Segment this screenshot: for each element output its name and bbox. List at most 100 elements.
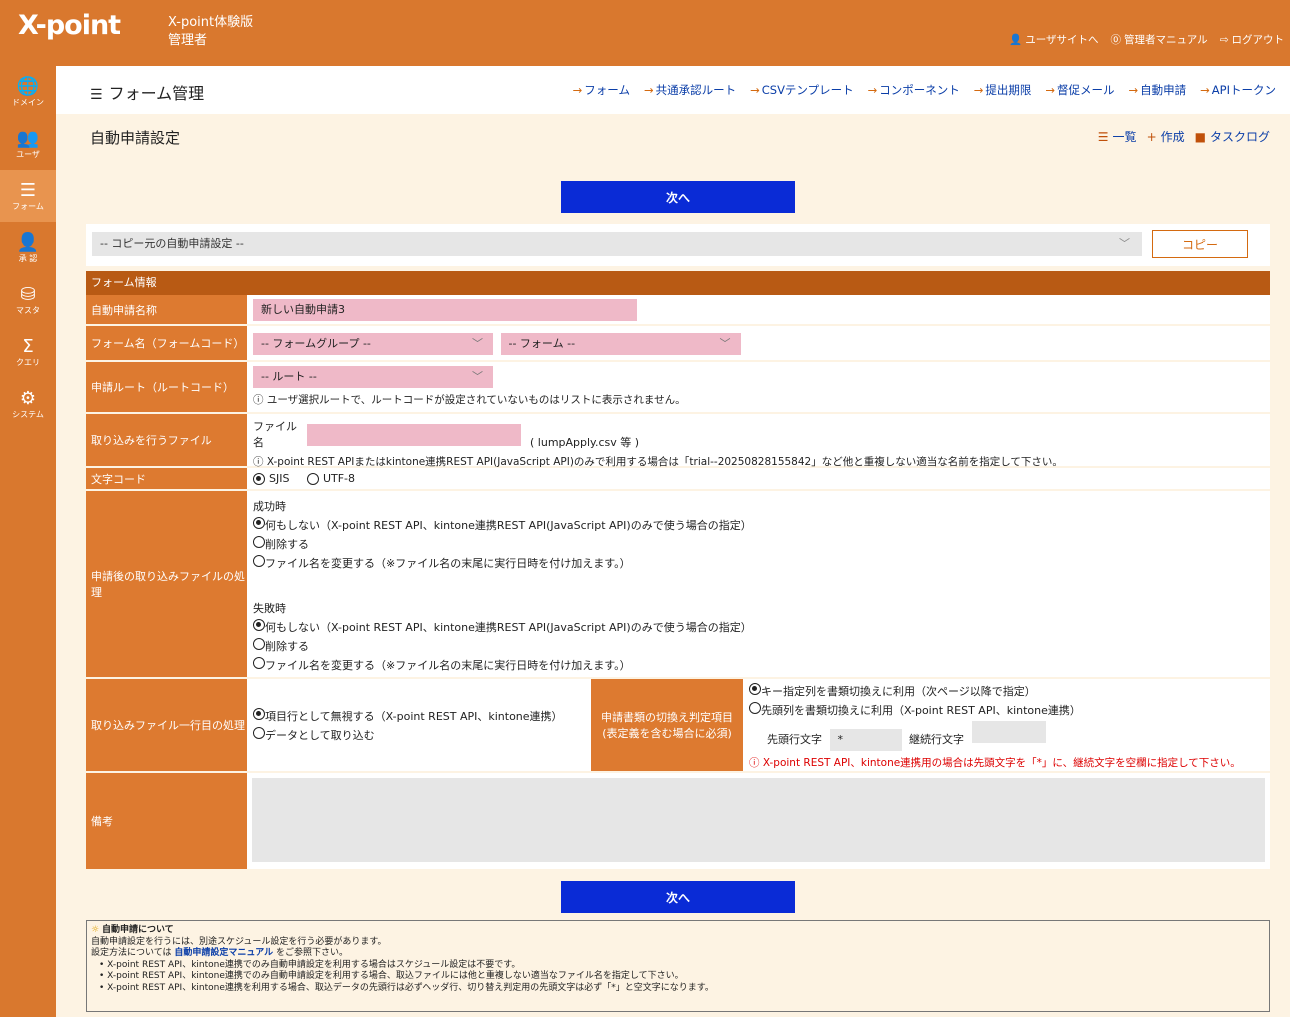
task-log-button[interactable]: ■ タスクログ [1195, 128, 1270, 145]
link-reminder-mail[interactable]: → 督促メール [1045, 82, 1114, 98]
chevron-down-icon: ﹀ [719, 337, 731, 350]
head-char-label: 先頭行文字 [767, 733, 822, 746]
nav-item-system[interactable]: ⚙ システム [0, 378, 56, 430]
fail-rename-radio[interactable]: ファイル名を変更する（※ファイル名の末尾に実行日時を付け加えます。） [253, 656, 1250, 675]
file-name-input[interactable] [306, 424, 521, 446]
link-component[interactable]: → コンポーネント [868, 82, 960, 98]
tenant-info: X-point体験版 管理者 [168, 14, 253, 50]
file-label: 取り込みを行うファイル [86, 414, 247, 466]
link-api-token[interactable]: → APIトークン [1200, 82, 1276, 98]
switch-key-radio[interactable]: キー指定列を書類切換えに利用（次ページ以降で指定） [749, 682, 1250, 701]
head-char-input[interactable]: * [829, 729, 902, 751]
nav-item-domain[interactable]: 🌐 ドメイン [0, 66, 56, 118]
nav-item-user[interactable]: 👥 ユーザ [0, 118, 56, 170]
info-bullet: • X-point REST API、kintone連携でのみ自動申請設定を利用… [99, 971, 684, 981]
arrow-icon: → [572, 83, 583, 97]
firstrow-import-radio[interactable]: データとして取り込む [253, 726, 571, 745]
firstrow-label: 取り込みファイル一行目の処理 [86, 679, 247, 771]
success-rename-radio[interactable]: ファイル名を変更する（※ファイル名の末尾に実行日時を付け加えます。） [253, 554, 1250, 573]
admin-manual-link[interactable]: ⓪ 管理者マニュアル [1111, 32, 1208, 47]
charset-sjis-radio[interactable]: SJIS [253, 470, 289, 488]
info-title: 自動申請について [101, 925, 174, 935]
next-button-top[interactable]: 次へ [561, 181, 795, 213]
section-links: → フォーム → 共通承認ルート → CSVテンプレート → コンポーネント → 提出期限… [573, 82, 1276, 98]
users-icon: 👥 [16, 127, 40, 149]
section-title: ☰ フォーム管理 [90, 84, 205, 103]
arrow-icon: → [867, 83, 878, 97]
link-common-route[interactable]: → 共通承認ルート [644, 82, 736, 98]
row-name: 自動申請名称 新しい自動申請3 [86, 295, 1270, 326]
page-actions: ☰ 一覧 + 作成 ■ タスクログ [1098, 128, 1270, 145]
form-select[interactable]: -- フォーム -- ﹀ [500, 333, 741, 355]
globe-icon: 🌐 [16, 75, 40, 97]
link-csv-template[interactable]: → CSVテンプレート [750, 82, 854, 98]
cont-char-input[interactable] [971, 721, 1046, 743]
chevron-down-icon: ﹀ [472, 370, 483, 383]
top-links: 👤 ユーザサイトへ ⓪ 管理者マニュアル ⇨ ログアウト [1009, 32, 1284, 47]
create-button[interactable]: + 作成 [1147, 128, 1185, 145]
system-icon: ⚙ [19, 387, 37, 409]
tenant-role: 管理者 [168, 33, 208, 48]
logout-link[interactable]: ⇨ ログアウト [1220, 32, 1284, 47]
info-line-1: 自動申請設定を行うには、別途スケジュール設定を行う必要があります。 [91, 936, 387, 947]
link-auto-apply[interactable]: → 自動申請 [1129, 82, 1187, 98]
user-site-link[interactable]: 👤 ユーザサイトへ [1009, 32, 1098, 47]
nav-item-query[interactable]: Σ クエリ [0, 326, 56, 378]
charset-label: 文字コード [86, 468, 247, 489]
route-label: 申請ルート（ルートコード） [86, 362, 247, 412]
nav-item-approval[interactable]: 👤 承 認 [0, 222, 56, 274]
user-icon: 👤 [1009, 34, 1023, 46]
cont-char-label: 継続行文字 [909, 733, 964, 746]
next-button-bottom[interactable]: 次へ [561, 881, 795, 913]
copy-button[interactable]: コピー [1152, 230, 1248, 258]
info-bullet: • X-point REST API、kintone連携を利用する場合、取込デー… [99, 982, 714, 993]
form-icon: ☰ [90, 87, 103, 103]
link-form[interactable]: → フォーム [573, 82, 630, 98]
file-note: ⓘ X-point REST APIまたはkintone連携REST API(J… [253, 456, 1063, 468]
row-charset: 文字コード SJIS UTF-8 [86, 468, 1270, 491]
left-nav: 🌐 ドメイン 👥 ユーザ ☰ フォーム 👤 承 認 ⛁ マスタ Σ クエリ ⚙ システム [0, 66, 56, 1017]
arrow-icon: → [750, 83, 760, 97]
tenant-name: X-point体験版 [168, 15, 254, 30]
fail-none-radio[interactable]: 何もしない（X-point REST API、kintone連携REST API… [253, 618, 1250, 637]
copy-source-select[interactable]: -- コピー元の自動申請設定 -- ﹀ [92, 232, 1142, 256]
app-logo[interactable]: X-point [18, 10, 121, 41]
arrow-icon: → [973, 83, 984, 97]
form-icon: ☰ [19, 179, 37, 201]
row-remarks: 備考 [86, 773, 1270, 869]
file-name-label: ファイル名 [253, 420, 297, 449]
charset-utf8-radio[interactable]: UTF-8 [306, 470, 355, 488]
section-header: ☰ フォーム管理 → フォーム → 共通承認ルート → CSVテンプレート → コンポーネ… [56, 66, 1290, 114]
row-file: 取り込みを行うファイル ファイル名 ( lumpApply.csv 等 ) ⓘ … [86, 414, 1270, 468]
form-group-select[interactable]: -- フォームグループ -- ﹀ [253, 333, 493, 355]
form-info-table: フォーム情報 自動申請名称 新しい自動申請3 フォーム名（フォームコード） --… [86, 271, 1270, 869]
link-deadline[interactable]: → 提出期限 [974, 82, 1032, 98]
query-icon: Σ [22, 335, 34, 357]
auto-apply-manual-link[interactable]: 自動申請設定マニュアル [174, 948, 273, 958]
switch-first-col-radio[interactable]: 先頭列を書類切換えに利用（X-point REST API、kintone連携） [749, 701, 1250, 720]
file-hint: ( lumpApply.csv 等 ) [530, 436, 640, 449]
name-input[interactable]: 新しい自動申請3 [253, 299, 637, 321]
remarks-textarea[interactable] [252, 778, 1265, 862]
list-icon: ☰ [1097, 130, 1109, 144]
after-label: 申請後の取り込みファイルの処理 [86, 491, 247, 677]
row-first-line: 取り込みファイル一行目の処理 項目行として無視する（X-point REST A… [86, 679, 1270, 773]
arrow-icon: → [1200, 83, 1210, 97]
nav-item-master[interactable]: ⛁ マスタ [0, 274, 56, 326]
remarks-label: 備考 [86, 773, 247, 869]
fail-delete-radio[interactable]: 削除する [253, 637, 1250, 656]
switch-note: ⓘ X-point REST API、kintone連携用の場合は先頭文字を「*… [749, 757, 1241, 769]
row-route: 申請ルート（ルートコード） -- ルート -- ﹀ ⓘ ユーザ選択ルートで、ルート… [86, 362, 1270, 414]
nav-item-form[interactable]: ☰ フォーム [0, 170, 56, 222]
success-none-radio[interactable]: 何もしない（X-point REST API、kintone連携REST API… [253, 516, 1250, 535]
info-box: ☼ 自動申請について 自動申請設定を行うには、別途スケジュール設定を行う必要があ… [86, 920, 1270, 1012]
route-select[interactable]: -- ルート -- ﹀ [253, 366, 493, 388]
row-form: フォーム名（フォームコード） -- フォームグループ -- ﹀ -- フォーム -… [86, 326, 1270, 362]
list-button[interactable]: ☰ 一覧 [1098, 128, 1137, 145]
arrow-icon: → [643, 83, 654, 97]
main-area: ☰ フォーム管理 → フォーム → 共通承認ルート → CSVテンプレート → コンポーネ… [56, 66, 1290, 1017]
success-delete-radio[interactable]: 削除する [253, 535, 1250, 554]
route-note: ⓘ ユーザ選択ルートで、ルートコードが設定されていないものはリストに表示されませ… [253, 394, 686, 406]
firstrow-ignore-radio[interactable]: 項目行として無視する（X-point REST API、kintone連携） [253, 707, 571, 726]
info-bullet: • X-point REST API、kintone連携でのみ自動申請設定を利用… [99, 959, 521, 970]
